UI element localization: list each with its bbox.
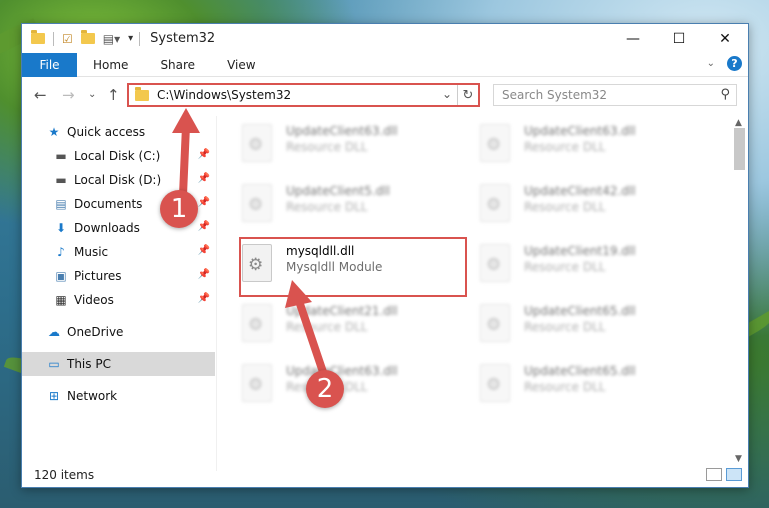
- annotation-arrows: [172, 108, 327, 376]
- step-badge-1: 1: [160, 190, 198, 228]
- step-badge-2: 2: [306, 370, 344, 408]
